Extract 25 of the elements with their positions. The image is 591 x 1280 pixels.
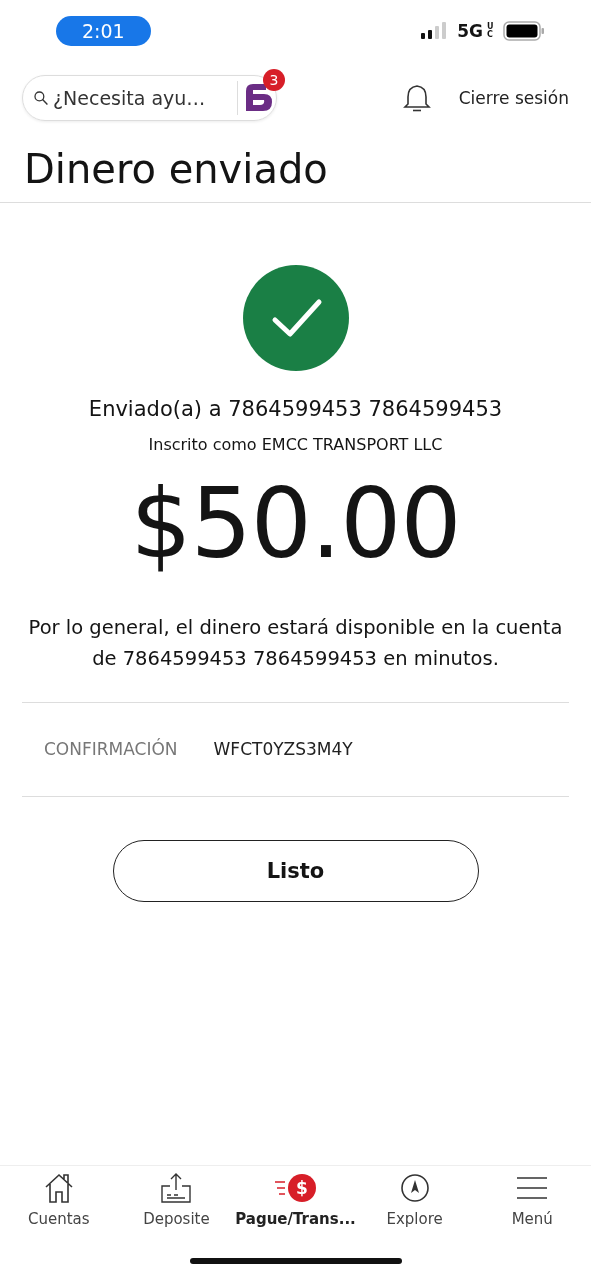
search-input[interactable]: ¿Necesita ayu… xyxy=(49,87,237,109)
signal-icon xyxy=(421,22,448,40)
availability-note: Por lo general, el dinero estará disponible en la cuenta de 7864599453 7864599453 en minutos. xyxy=(27,614,564,672)
status-time: 2:01 xyxy=(56,16,151,46)
tab-item[interactable]: Explore xyxy=(355,1172,474,1250)
bell-icon[interactable] xyxy=(402,83,431,113)
tab-item[interactable]: Deposite xyxy=(117,1172,236,1250)
tab-item[interactable]: Cuentas xyxy=(0,1172,118,1250)
confirmation-label: CONFIRMACIÓN xyxy=(44,739,178,760)
recipient-text: Enviado(a) a 7864599453 7864599453 xyxy=(88,397,503,421)
tab-item[interactable]: Menú xyxy=(473,1172,591,1250)
confirmation-code: WFCT0YZS3M4Y xyxy=(213,739,353,760)
tab-item[interactable]: $ Pague/Trans... xyxy=(235,1172,356,1250)
network-label: 5G xyxy=(457,21,483,41)
network-sublabel: UC xyxy=(487,23,495,39)
enrolled-text: Inscrito como EMCC TRANSPORT LLC xyxy=(148,435,443,454)
battery-icon xyxy=(503,21,545,41)
done-button[interactable]: Listo xyxy=(112,839,479,902)
success-check-icon xyxy=(242,265,349,371)
logout-link[interactable]: Cierre sesión xyxy=(458,88,569,108)
page-title: Dinero enviado xyxy=(24,145,329,194)
notification-badge: 3 xyxy=(263,69,285,91)
deposit-icon xyxy=(159,1172,194,1204)
amount: $50.00 xyxy=(130,472,461,578)
search-icon xyxy=(33,88,49,108)
